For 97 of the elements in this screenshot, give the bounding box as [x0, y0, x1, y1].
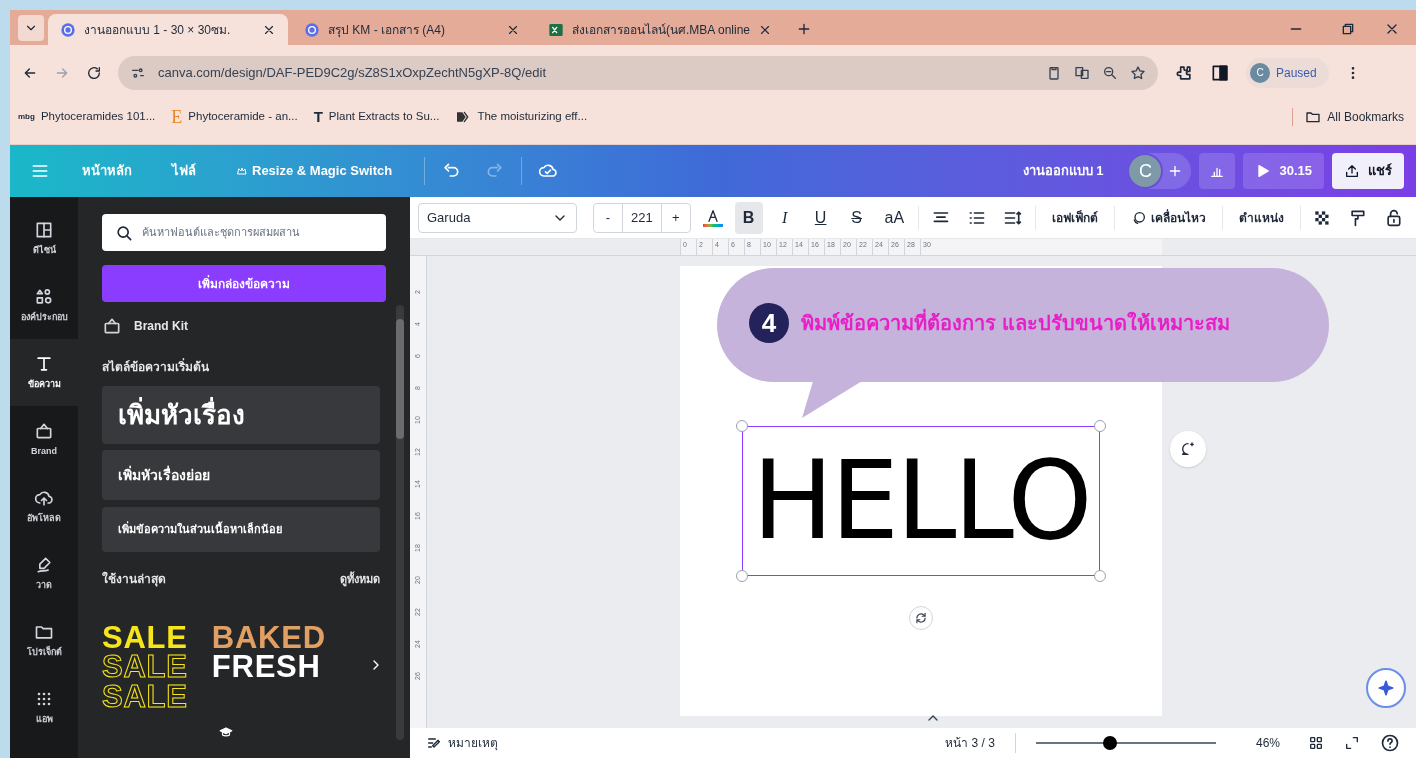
sidebar-item[interactable]: Brand — [10, 406, 78, 473]
bookmark-favicon: T — [313, 106, 323, 127]
zoom-icon[interactable] — [1102, 64, 1118, 81]
app-logo-icon — [304, 21, 320, 38]
font-size-stepper[interactable]: - 221 + — [592, 202, 691, 233]
all-bookmarks-link[interactable]: All Bookmarks — [1327, 108, 1404, 126]
sidebar-item[interactable]: องค์ประกอบ — [10, 272, 78, 339]
sparkle-icon — [1376, 678, 1396, 698]
font-combination-preview[interactable]: BAKED FRESH — [211, 623, 326, 712]
pen-icon — [34, 554, 54, 575]
format-button[interactable]: S — [842, 201, 871, 234]
bookmark-favicon: mbg — [18, 111, 35, 123]
bookmark-title[interactable]: Phytoceramide - an... — [188, 108, 298, 126]
format-button[interactable]: U — [806, 201, 835, 234]
tab-title: ส่งเอกสารออนไลน์(นศ.MBA online — [572, 21, 751, 39]
format-button[interactable]: B — [734, 201, 763, 234]
present-button[interactable]: 30.15 — [1243, 153, 1324, 189]
sidebar-item[interactable]: ดีไซน์ — [10, 205, 78, 272]
scrollbar-thumb[interactable] — [396, 319, 404, 439]
animate-button[interactable]: เคลื่อนไหว — [1122, 208, 1214, 227]
address-bar[interactable]: canva.com/design/DAF-PED9C2g/sZ8S1xOxpZechtN5gXP-8Q/edit — [118, 55, 1158, 90]
notes-button[interactable]: หมายเหตุ — [426, 734, 498, 752]
help-icon[interactable] — [1380, 733, 1400, 753]
browser-tab[interactable]: งานออกแบบ 1 - 30 × 30ซม. — [48, 14, 288, 45]
zoom-percent: 46% — [1255, 735, 1280, 752]
format-button[interactable]: aA — [878, 201, 911, 234]
browser-tab[interactable]: ส่งเอกสารออนไลน์(นศ.MBA online — [536, 14, 785, 45]
magic-button[interactable] — [1366, 668, 1406, 708]
play-icon — [1255, 163, 1272, 179]
preview-text: SALE — [102, 652, 188, 682]
page-indicator[interactable]: หน้า 3 / 3 — [945, 734, 995, 752]
preview-text: FRESH — [211, 652, 321, 682]
text-box[interactable]: HELLO — [742, 426, 1100, 576]
format-button[interactable]: I — [770, 201, 799, 234]
decrease-size-button[interactable]: - — [593, 203, 622, 232]
restore-icon[interactable] — [1340, 21, 1356, 37]
crown-icon — [236, 165, 248, 177]
share-button[interactable]: แชร์ — [1332, 153, 1404, 189]
font-combination-preview[interactable]: SALE SALE SALE — [102, 623, 188, 712]
bookmark-title[interactable]: The moisturizing eff... — [477, 108, 588, 126]
lock-icon[interactable] — [1384, 207, 1404, 228]
tab-title: งานออกแบบ 1 - 30 × 30ซม. — [84, 21, 232, 39]
profile-status: Paused — [1276, 64, 1317, 82]
search-field[interactable]: ค้นหาฟอนต์และชุดการผสมผสาน — [102, 214, 386, 251]
shapes-icon — [34, 286, 54, 307]
design-title[interactable]: งานออกแบบ 1 — [1022, 161, 1104, 181]
effects-button[interactable]: เอฟเฟ็กต์ — [1043, 208, 1106, 227]
sidebar-item[interactable]: อัพโหลด — [10, 473, 78, 540]
upload-icon — [1344, 163, 1360, 179]
font-size-field[interactable]: 221 — [621, 203, 662, 232]
sidebar-item[interactable]: วาด — [10, 540, 78, 607]
graduation-cap-icon — [219, 725, 233, 739]
text-style-option[interactable]: เพิ่มข้อความในส่วนเนื้อหาเล็กน้อย — [102, 507, 380, 552]
slider-thumb[interactable] — [1102, 736, 1117, 750]
preview-text: SALE — [102, 681, 188, 712]
browser-tab[interactable]: สรุป KM - เอกสาร (A4) — [292, 14, 532, 45]
translate-icon[interactable] — [1074, 64, 1090, 81]
section-heading: สไตล์ข้อความเริ่มต้น — [102, 358, 210, 376]
bookmark-title[interactable]: Phytoceramides 101... — [40, 108, 156, 126]
fullscreen-icon[interactable] — [1344, 735, 1360, 751]
folder-icon — [1305, 109, 1322, 125]
font-dropdown[interactable]: Garuda — [418, 202, 577, 233]
tab-title: สรุป KM - เอกสาร (A4) — [328, 21, 446, 39]
avatar: C — [1250, 62, 1270, 83]
sidebar-item[interactable]: โปรเจ็กต์ — [10, 607, 78, 674]
bookmark-title[interactable]: Plant Extracts to Su... — [328, 108, 440, 126]
spreadsheet-icon — [548, 21, 564, 38]
url-text: canva.com/design/DAF-PED9C2g/sZ8S1xOxpZechtN5gXP-8Q/edit — [158, 63, 547, 82]
app-logo-icon — [60, 21, 76, 38]
add-comment-button[interactable] — [1170, 431, 1206, 467]
see-all-link[interactable]: ดูทั้งหมด — [340, 570, 380, 588]
clipboard-icon[interactable] — [1046, 64, 1062, 81]
add-text-box-button[interactable]: เพิ่มกล่องข้อความ — [102, 265, 386, 302]
preview-text: BAKED — [211, 623, 326, 653]
insights-button[interactable] — [1199, 153, 1236, 189]
bookmark-favicon: E — [171, 105, 183, 129]
briefcase-icon — [102, 316, 122, 336]
notes-icon — [426, 735, 442, 751]
canvas-text: HELLO — [752, 447, 1090, 555]
callout-text: พิมพ์ข้อความที่ต้องการ และปรับขนาดให้เหมาะสม — [801, 308, 1230, 338]
sidebar-item[interactable]: แอพ — [10, 674, 78, 741]
text-style-option[interactable]: เพิ่มหัวเรื่อง — [102, 386, 380, 444]
rotate-icon — [914, 611, 928, 625]
preview-text: SALE — [102, 623, 188, 653]
grid-view-icon[interactable] — [1308, 735, 1324, 751]
increase-size-button[interactable]: + — [661, 203, 690, 232]
star-icon[interactable] — [1130, 64, 1146, 81]
position-button[interactable]: ตำแหน่ง — [1230, 208, 1292, 227]
search-input[interactable]: ค้นหาฟอนต์และชุดการผสมผสาน — [142, 224, 374, 241]
section-heading: ใช้งานล่าสุด — [102, 570, 166, 588]
sidebar-item[interactable]: ข้อความ — [10, 339, 78, 406]
comment-icon — [1180, 441, 1196, 457]
profile-chip[interactable]: C Paused — [1246, 57, 1329, 88]
brand-kit-label[interactable]: Brand Kit — [134, 317, 188, 335]
font-name: Garuda — [427, 208, 471, 227]
reload-icon[interactable] — [86, 64, 102, 81]
text-style-option[interactable]: เพิ่มหัวเรื่องย่อย — [102, 450, 380, 500]
